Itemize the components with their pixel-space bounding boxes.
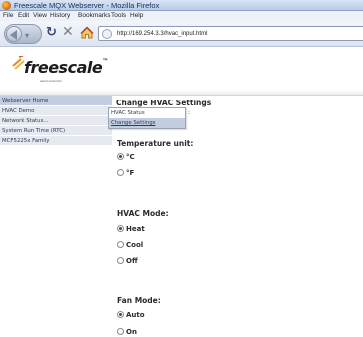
navigation-toolbar: ▾ ↻ ✕ http://169.254.3.3/hvac_input.html: [0, 21, 363, 47]
temperature-option-celsius[interactable]: °C: [117, 152, 135, 163]
hvac-submenu-popup: HVAC Status Change Settings :: [108, 107, 190, 129]
sidebar-item-system-run-time[interactable]: System Run Time (RTC): [0, 126, 112, 136]
logo-word: freescale: [24, 58, 103, 77]
site-identity-icon[interactable]: [102, 29, 112, 39]
temperature-option-label: °C: [126, 153, 135, 161]
menu-bookmarks[interactable]: Bookmarks: [78, 12, 111, 20]
hvac-option-heat[interactable]: Heat: [117, 224, 145, 235]
web-page: freescale™ semiconductor Webserver Home …: [0, 48, 363, 337]
hvac-option-off[interactable]: Off: [117, 256, 138, 267]
sidebar-item-hvac-demo[interactable]: HVAC Demo: [0, 106, 112, 116]
menu-file[interactable]: File: [3, 12, 13, 20]
freescale-logo: freescale™ semiconductor: [12, 56, 108, 86]
sidebar-nav: Webserver Home HVAC Demo Network Status.…: [0, 96, 112, 146]
menu-bar: File Edit View History Bookmarks Tools H…: [0, 11, 363, 21]
menu-edit[interactable]: Edit: [18, 12, 29, 20]
sidebar-item-webserver-home[interactable]: Webserver Home: [0, 96, 112, 106]
reload-icon[interactable]: ↻: [46, 26, 57, 40]
temperature-unit-label: Temperature unit:: [117, 139, 194, 148]
radio-button[interactable]: [117, 257, 124, 264]
window-title-bar: Freescale MQX Webserver - Mozilla Firefo…: [0, 0, 363, 11]
radio-button[interactable]: [117, 169, 124, 176]
logo-tm: ™: [102, 58, 108, 65]
hvac-option-cool[interactable]: Cool: [117, 240, 143, 251]
submenu-suffix: :: [188, 109, 191, 116]
submenu-item-hvac-status[interactable]: HVAC Status: [109, 108, 185, 118]
back-arrow-icon[interactable]: [6, 26, 22, 42]
menu-help[interactable]: Help: [130, 12, 143, 20]
temperature-option-label: °F: [126, 169, 135, 177]
fan-option-auto[interactable]: Auto: [117, 310, 145, 321]
history-dropdown-icon[interactable]: ▾: [25, 31, 29, 40]
menu-history[interactable]: History: [50, 12, 70, 20]
radio-button-selected[interactable]: [117, 311, 124, 318]
menu-view[interactable]: View: [33, 12, 47, 20]
radio-button[interactable]: [117, 328, 124, 335]
address-bar[interactable]: http://169.254.3.3/hvac_input.html: [98, 26, 363, 41]
window-title: Freescale MQX Webserver - Mozilla Firefo…: [14, 1, 160, 10]
hvac-mode-label: HVAC Mode:: [117, 209, 169, 218]
home-icon[interactable]: [80, 26, 94, 40]
back-forward-group: ▾: [4, 24, 42, 44]
stop-icon[interactable]: ✕: [62, 25, 74, 40]
fan-mode-label: Fan Mode:: [117, 296, 161, 305]
fan-option-on[interactable]: On: [117, 327, 137, 337]
fan-option-label: Auto: [126, 311, 145, 319]
submenu-item-change-settings[interactable]: Change Settings: [109, 118, 185, 128]
radio-button-selected[interactable]: [117, 153, 124, 160]
hvac-option-label: Heat: [126, 225, 145, 233]
hvac-option-label: Off: [126, 257, 138, 265]
fan-option-label: On: [126, 328, 137, 336]
page-title: Change HVAC Settings: [116, 98, 212, 107]
radio-button-selected[interactable]: [117, 225, 124, 232]
sidebar-item-mcf5225x-family[interactable]: MCF5225x Family: [0, 136, 112, 146]
temperature-option-fahrenheit[interactable]: °F: [117, 168, 134, 179]
address-url: http://169.254.3.3/hvac_input.html: [117, 31, 208, 37]
logo-wordmark: freescale™: [24, 58, 108, 77]
logo-tagline: semiconductor: [40, 79, 63, 83]
hvac-option-label: Cool: [126, 241, 144, 249]
menu-tools[interactable]: Tools: [111, 12, 126, 20]
radio-button[interactable]: [117, 241, 124, 248]
sidebar-item-network-status[interactable]: Network Status...: [0, 116, 112, 126]
firefox-icon: [2, 1, 11, 10]
